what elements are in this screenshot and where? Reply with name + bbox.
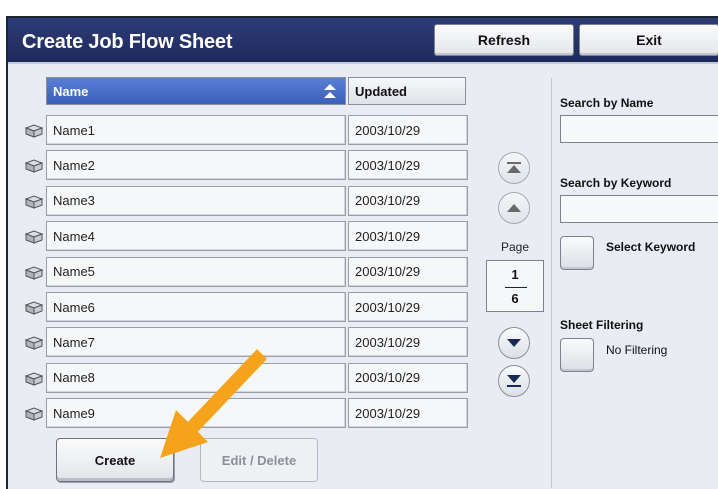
scroll-to-bottom-button[interactable]	[498, 365, 530, 397]
row-updated-cell: 2003/10/29	[348, 327, 468, 358]
column-header-updated[interactable]: Updated	[348, 77, 466, 105]
search-by-name-label: Search by Name	[560, 96, 654, 110]
row-updated-cell: 2003/10/29	[348, 150, 468, 181]
table-row[interactable]: Name2 2003/10/29	[20, 150, 468, 181]
row-name-cell: Name1	[46, 115, 346, 145]
column-header-updated-label: Updated	[355, 83, 407, 99]
create-button[interactable]: Create	[56, 438, 174, 482]
job-flow-sheet-icon	[24, 336, 44, 351]
job-flow-sheet-icon	[24, 195, 44, 209]
row-name-cell: Name9	[46, 398, 346, 429]
table-row[interactable]: Name5 2003/10/29	[20, 256, 468, 287]
table-row[interactable]: Name1 2003/10/29	[20, 115, 468, 145]
row-updated-cell: 2003/10/29	[348, 362, 468, 393]
scroll-down-button[interactable]	[498, 327, 530, 359]
job-flow-sheet-icon	[24, 407, 44, 421]
select-keyword-label: Select Keyword	[606, 240, 696, 254]
job-flow-sheet-icon	[24, 372, 44, 386]
table-row[interactable]: Name4 2003/10/29	[20, 221, 468, 252]
current-page: 1	[511, 267, 519, 282]
down-arrow-icon	[507, 339, 521, 347]
row-updated-cell: 2003/10/29	[348, 115, 468, 145]
refresh-button[interactable]: Refresh	[434, 24, 574, 56]
job-flow-sheet-icon	[24, 124, 44, 138]
column-header-name[interactable]: Name	[46, 77, 346, 105]
table-row[interactable]: Name3 2003/10/29	[20, 185, 468, 216]
job-flow-sheet-window: Create Job Flow Sheet Refresh Exit Name …	[6, 16, 718, 489]
row-updated-cell: 2003/10/29	[348, 221, 468, 252]
job-flow-sheet-icon	[24, 266, 44, 280]
double-up-arrow-icon	[507, 162, 521, 173]
row-name-cell: Name7	[46, 327, 346, 358]
page-indicator: 1 6	[486, 260, 544, 312]
row-name-cell: Name8	[46, 362, 346, 393]
scroll-to-top-button[interactable]	[498, 152, 530, 184]
row-name-cell: Name4	[46, 221, 346, 252]
sheet-filtering-value: No Filtering	[606, 343, 668, 357]
table-row[interactable]: Name9 2003/10/29	[20, 398, 468, 429]
row-name-cell: Name2	[46, 150, 346, 181]
job-flow-sheet-icon	[24, 230, 44, 244]
job-flow-sheet-icon	[24, 159, 44, 174]
search-by-name-field[interactable]	[560, 115, 718, 143]
search-by-keyword-field[interactable]	[560, 195, 718, 223]
exit-button[interactable]: Exit	[579, 24, 718, 56]
panel-divider	[551, 78, 552, 488]
row-updated-cell: 2003/10/29	[348, 292, 468, 322]
column-header-name-label: Name	[53, 83, 89, 99]
sheet-filtering-label: Sheet Filtering	[560, 318, 644, 332]
page-label: Page	[500, 240, 530, 254]
row-updated-cell: 2003/10/29	[348, 185, 468, 216]
total-pages: 6	[511, 291, 519, 306]
search-by-keyword-label: Search by Keyword	[560, 176, 672, 190]
sheet-filtering-button[interactable]	[560, 338, 594, 372]
row-name-cell: Name6	[46, 292, 346, 322]
edit-delete-button[interactable]: Edit / Delete	[200, 438, 318, 482]
page-divider	[505, 287, 527, 288]
row-name-cell: Name5	[46, 256, 346, 287]
double-down-arrow-icon	[507, 375, 521, 387]
table-row[interactable]: Name8 2003/10/29	[20, 362, 468, 393]
select-keyword-button[interactable]	[560, 236, 594, 270]
row-name-cell: Name3	[46, 185, 346, 216]
sort-icon	[324, 84, 336, 98]
table-row[interactable]: Name6 2003/10/29	[20, 292, 468, 322]
title-bar: Create Job Flow Sheet Refresh Exit	[8, 18, 718, 64]
window-title: Create Job Flow Sheet	[22, 31, 233, 53]
row-updated-cell: 2003/10/29	[348, 398, 468, 429]
up-arrow-icon	[507, 204, 521, 212]
table-row[interactable]: Name7 2003/10/29	[20, 327, 468, 358]
job-flow-sheet-icon	[24, 301, 44, 315]
row-updated-cell: 2003/10/29	[348, 256, 468, 287]
scroll-up-button[interactable]	[498, 192, 530, 224]
